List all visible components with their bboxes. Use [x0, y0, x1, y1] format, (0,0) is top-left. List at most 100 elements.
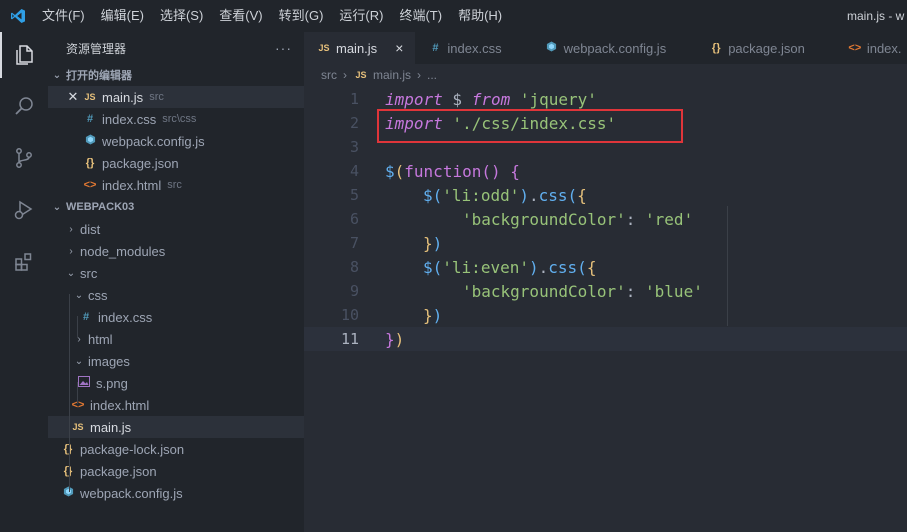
html-file-icon: <> [83, 179, 97, 191]
open-editor-package-json[interactable]: {} package.json [48, 152, 304, 174]
explorer-button[interactable] [0, 32, 38, 78]
tree-folder-dist[interactable]: › dist [48, 218, 304, 240]
js-file-icon: JS [72, 422, 84, 432]
json-file-icon: {} [711, 42, 721, 54]
string: 'jquery' [510, 89, 597, 109]
menu-go[interactable]: 转到(G) [271, 0, 332, 32]
tree-file-package-lock[interactable]: {} package-lock.json [48, 438, 304, 460]
open-editors-title: 打开的编辑器 [66, 70, 132, 82]
tab-label: index.css [447, 40, 502, 56]
project-section[interactable]: ⌄ WEBPACK03 [48, 196, 304, 218]
chevron-down-icon: ⌄ [52, 201, 62, 213]
open-editor-main-js[interactable]: ✕ JS main.js src [48, 86, 304, 108]
menu-help[interactable]: 帮助(H) [450, 0, 510, 32]
menu-view[interactable]: 查看(V) [211, 0, 270, 32]
tree-folder-html[interactable]: › html [48, 328, 304, 350]
identifier: $ [423, 185, 433, 205]
open-editor-label: index.html [102, 177, 162, 193]
code-editor[interactable]: 1 import $ from 'jquery' 2 import './css… [304, 86, 907, 532]
open-editor-webpack-config[interactable]: webpack.config.js [48, 130, 304, 152]
open-editor-path: src [167, 179, 182, 191]
breadcrumb-file[interactable]: main.js [373, 68, 411, 82]
js-file-icon: JS [355, 70, 367, 80]
line-number: 5 [349, 186, 359, 204]
string: 'backgroundColor' [462, 209, 626, 229]
explorer-header: 资源管理器 ··· [48, 32, 304, 64]
menu-file[interactable]: 文件(F) [34, 0, 93, 32]
tree-folder-src[interactable]: ⌄ src [48, 262, 304, 284]
code-line-current: 11 }) [304, 327, 907, 351]
tree-folder-node-modules[interactable]: › node_modules [48, 240, 304, 262]
tree-folder-images[interactable]: ⌄ images [48, 350, 304, 372]
chevron-right-icon: › [343, 68, 347, 82]
tab-package-json[interactable]: {} package.json [696, 32, 835, 64]
keyword: import [385, 89, 443, 109]
operator: . [528, 185, 539, 205]
menu-terminal[interactable]: 终端(T) [391, 0, 450, 32]
tree-label: node_modules [80, 243, 166, 259]
project-title: WEBPACK03 [66, 201, 135, 213]
tab-webpack-config[interactable]: webpack.config.js [532, 32, 697, 64]
string: 'blue' [645, 281, 703, 301]
menu-edit[interactable]: 编辑(E) [93, 0, 152, 32]
tree-file-index-css[interactable]: # index.css [48, 306, 304, 328]
open-editor-label: webpack.config.js [102, 133, 205, 149]
operator: : [625, 209, 646, 229]
bracket: { [577, 185, 587, 205]
keyword: from [471, 89, 511, 109]
run-debug-button[interactable] [10, 196, 38, 224]
tab-index-html[interactable]: <> index. [835, 32, 907, 64]
keyword: function [404, 161, 482, 181]
line-number: 10 [340, 306, 359, 324]
tab-label: main.js [336, 40, 378, 56]
code-text: 'backgroundColor': 'red' [462, 210, 693, 229]
chevron-right-icon: › [69, 223, 73, 235]
menu-run[interactable]: 运行(R) [331, 0, 391, 32]
window-title: main.js - w [847, 9, 905, 23]
breadcrumb-more[interactable]: ... [427, 68, 437, 82]
chevron-right-icon: › [417, 68, 422, 82]
json-file-icon: {} [63, 443, 73, 455]
tab-main-js[interactable]: JS main.js × [304, 32, 416, 64]
bracket: } [385, 329, 395, 349]
bracket: () [481, 161, 511, 181]
open-editor-index-html[interactable]: <> index.html src [48, 174, 304, 196]
breadcrumb-folder[interactable]: src [321, 68, 337, 82]
tree-file-webpack-config[interactable]: webpack.config.js [48, 482, 304, 504]
code-text: $('li:odd').css({ [423, 186, 587, 205]
tree-label: src [80, 265, 98, 281]
open-editors-section[interactable]: ⌄ 打开的编辑器 [48, 64, 304, 86]
line-number: 3 [349, 138, 359, 156]
menu-selection[interactable]: 选择(S) [152, 0, 211, 32]
code-line: 10 }) [304, 303, 907, 327]
close-icon[interactable]: × [395, 40, 403, 56]
indent-guide [77, 382, 78, 404]
tab-label: webpack.config.js [563, 40, 667, 56]
run-debug-icon [14, 200, 33, 220]
line-number: 7 [349, 234, 359, 252]
tree-folder-css[interactable]: ⌄ css [48, 284, 304, 306]
webpack-file-icon [82, 134, 98, 148]
line-number: 9 [349, 282, 359, 300]
html-file-icon: <> [848, 42, 862, 54]
js-file-icon: JS [318, 43, 330, 53]
tree-label: s.png [96, 375, 128, 391]
tree-label: dist [80, 221, 101, 237]
source-control-icon [16, 148, 32, 168]
tree-file-s-png[interactable]: s.png [48, 372, 304, 394]
css-file-icon: # [82, 311, 90, 323]
open-editor-label: main.js [102, 89, 144, 105]
search-button[interactable] [10, 92, 38, 120]
code-line: 8 $('li:even').css({ [304, 255, 907, 279]
close-icon[interactable]: ✕ [64, 89, 82, 105]
source-control-button[interactable] [10, 144, 38, 172]
tab-index-css[interactable]: # index.css [415, 32, 531, 64]
line-number: 1 [349, 90, 359, 108]
tree-file-package-json[interactable]: {} package.json [48, 460, 304, 482]
tree-file-index-html[interactable]: <> index.html [48, 394, 304, 416]
line-number: 11 [340, 330, 359, 348]
more-actions-icon[interactable]: ··· [275, 40, 292, 56]
extensions-button[interactable] [10, 248, 38, 276]
open-editor-index-css[interactable]: # index.css src\css [48, 108, 304, 130]
tree-file-main-js[interactable]: JS main.js [48, 416, 304, 438]
